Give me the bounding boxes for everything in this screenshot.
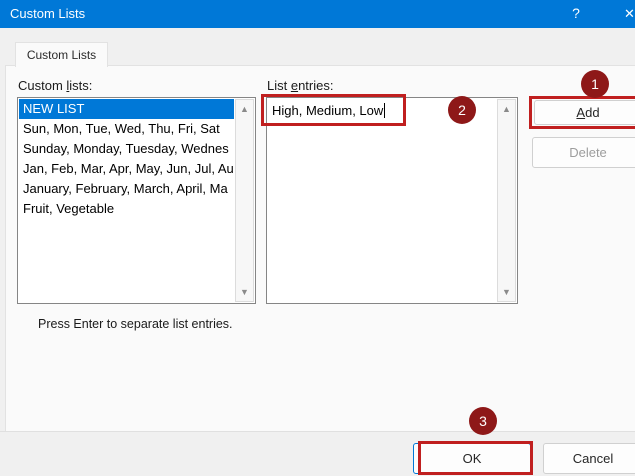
scroll-up-icon[interactable]: ▲	[498, 101, 515, 117]
titlebar: Custom Lists ? ✕	[0, 0, 635, 28]
list-entries-scrollbar[interactable]: ▲ ▼	[497, 99, 516, 302]
list-item[interactable]: Sun, Mon, Tue, Wed, Thu, Fri, Sat	[19, 119, 234, 139]
list-entries-text: High, Medium, Low	[272, 103, 383, 118]
scroll-down-icon[interactable]: ▼	[236, 284, 253, 300]
text-caret	[384, 103, 385, 118]
button-text: dd	[585, 105, 599, 120]
list-item[interactable]: Jan, Feb, Mar, Apr, May, Jun, Jul, Au	[19, 159, 234, 179]
cancel-button[interactable]: Cancel	[543, 443, 635, 474]
scroll-up-icon[interactable]: ▲	[236, 101, 253, 117]
add-button[interactable]: Add	[534, 100, 635, 125]
ok-button[interactable]: OK	[413, 443, 531, 474]
list-item[interactable]: January, February, March, April, Ma	[19, 179, 234, 199]
custom-lists-box[interactable]: NEW LISTSun, Mon, Tue, Wed, Thu, Fri, Sa…	[17, 97, 256, 304]
list-entries-label: List entries:	[267, 78, 333, 93]
label-text: ntries:	[298, 78, 333, 93]
close-icon[interactable]: ✕	[624, 0, 635, 27]
tab-custom-lists[interactable]: Custom Lists	[15, 42, 108, 67]
label-text: List	[267, 78, 291, 93]
custom-lists-scrollbar[interactable]: ▲ ▼	[235, 99, 254, 302]
dialog-title: Custom Lists	[10, 0, 85, 28]
list-entries-input[interactable]: High, Medium, Low ▲ ▼	[266, 97, 518, 304]
list-item[interactable]: Sunday, Monday, Tuesday, Wednes	[19, 139, 234, 159]
custom-lists-dialog: Custom Lists ? ✕ Custom Lists Custom lis…	[0, 0, 635, 476]
delete-button[interactable]: Delete	[532, 137, 635, 168]
button-accel: A	[576, 105, 585, 120]
list-item[interactable]: Fruit, Vegetable	[19, 199, 234, 219]
label-accel: e	[291, 78, 298, 93]
label-text: ists:	[69, 78, 92, 93]
list-item[interactable]: NEW LIST	[19, 99, 234, 119]
scroll-down-icon[interactable]: ▼	[498, 284, 515, 300]
label-text: Custom	[18, 78, 66, 93]
footer	[0, 431, 635, 476]
custom-lists-label: Custom lists:	[18, 78, 92, 93]
hint-text: Press Enter to separate list entries.	[38, 317, 233, 331]
help-icon[interactable]: ?	[566, 0, 586, 27]
list-entries-value: High, Medium, Low	[272, 103, 385, 118]
custom-lists-rows: NEW LISTSun, Mon, Tue, Wed, Thu, Fri, Sa…	[19, 99, 234, 302]
